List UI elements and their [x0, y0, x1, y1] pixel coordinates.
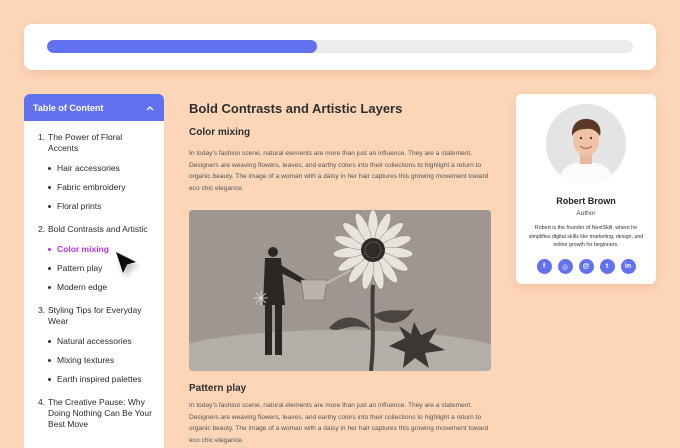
toc-item[interactable]: Hair accessories	[48, 163, 154, 174]
author-role: Author	[576, 210, 596, 217]
bullet-icon	[48, 378, 51, 381]
section-body-color-mixing: In today’s fashion scene, natural elemen…	[189, 150, 489, 192]
bullet-icon	[48, 186, 51, 189]
toc-item-label: Earth inspired palettes	[57, 374, 142, 384]
toc-section-number: 3.	[38, 305, 46, 315]
toc-section-number: 1.	[38, 132, 46, 142]
man-watering-flower-illustration	[189, 210, 491, 371]
progress-fill	[47, 40, 317, 53]
bullet-icon	[48, 267, 51, 270]
toc-item[interactable]: Natural accessories	[48, 336, 154, 347]
progress-bar	[47, 40, 633, 53]
toc-list: 1. The Power of Floral Accents Hair access…	[24, 121, 164, 430]
toc-section-label: Bold Contrasts and Artistic	[48, 224, 148, 234]
bullet-icon	[48, 167, 51, 170]
bullet-icon	[48, 359, 51, 362]
toc-section-number: 4.	[38, 397, 46, 407]
reading-progress-card	[24, 24, 656, 70]
toc-section-3[interactable]: 3. Styling Tips for Everyday Wear	[38, 305, 154, 327]
toc-title: Table of Content	[33, 102, 104, 113]
toc-section-label: Styling Tips for Everyday Wear	[48, 305, 142, 326]
bullet-icon	[48, 340, 51, 343]
article-title: Bold Contrasts and Artistic Layers	[189, 101, 403, 116]
toc-item-label: Hair accessories	[57, 163, 120, 173]
chevron-up-icon[interactable]	[145, 103, 155, 113]
author-name: Robert Brown	[556, 196, 616, 206]
twitter-icon[interactable]: t	[599, 259, 615, 274]
toc-item-label: Mixing textures	[57, 355, 115, 365]
section-heading-color-mixing: Color mixing	[189, 127, 251, 138]
toc-header[interactable]: Table of Content	[24, 94, 164, 121]
section-heading-pattern-play: Pattern play	[189, 383, 247, 394]
toc-item-label: Fabric embroidery	[57, 182, 126, 192]
toc-item[interactable]: Earth inspired palettes	[48, 374, 154, 385]
author-bio: Robert is the founder of NextSkill, wher…	[528, 225, 644, 248]
toc-item[interactable]: Fabric embroidery	[48, 182, 154, 193]
toc-item[interactable]: Floral prints	[48, 201, 154, 212]
table-of-contents: Table of Content 1. The Power of Floral A…	[24, 94, 164, 448]
threads-icon[interactable]: @	[578, 259, 594, 274]
toc-section-4[interactable]: 4. The Creative Pause: Why Doing Nothing …	[38, 397, 154, 430]
toc-section-label: The Power of Floral Accents	[48, 132, 123, 153]
instagram-icon[interactable]: ◎	[557, 259, 573, 274]
toc-section-label: The Creative Pause: Why Doing Nothing Ca…	[48, 397, 152, 429]
bullet-icon	[48, 286, 51, 289]
toc-section-number: 2.	[38, 224, 46, 234]
toc-item[interactable]: Modern edge	[48, 282, 154, 293]
mouse-cursor-icon	[116, 252, 136, 273]
bullet-icon	[48, 248, 51, 251]
section-body-pattern-play: In today’s fashion scene, natural elemen…	[189, 402, 489, 444]
toc-item-label: Pattern play	[57, 263, 103, 273]
toc-section-2[interactable]: 2. Bold Contrasts and Artistic	[38, 224, 154, 235]
linkedin-icon[interactable]: in	[620, 259, 636, 274]
toc-item-label: Natural accessories	[57, 336, 132, 346]
toc-item-label: Color mixing	[57, 244, 109, 254]
toc-item-label: Floral prints	[57, 201, 102, 211]
bullet-icon	[48, 205, 51, 208]
author-photo	[546, 104, 626, 184]
toc-item-label: Modern edge	[57, 282, 108, 292]
avatar	[546, 104, 626, 184]
toc-item[interactable]: Mixing textures	[48, 355, 154, 366]
social-links: f ◎ @ t in	[516, 259, 656, 274]
toc-section-1[interactable]: 1. The Power of Floral Accents	[38, 132, 154, 154]
facebook-icon[interactable]: f	[536, 259, 552, 274]
article: Bold Contrasts and Artistic Layers Color…	[189, 100, 491, 444]
author-card: Robert Brown Author Robert is the founde…	[516, 94, 656, 284]
article-image	[189, 210, 491, 371]
